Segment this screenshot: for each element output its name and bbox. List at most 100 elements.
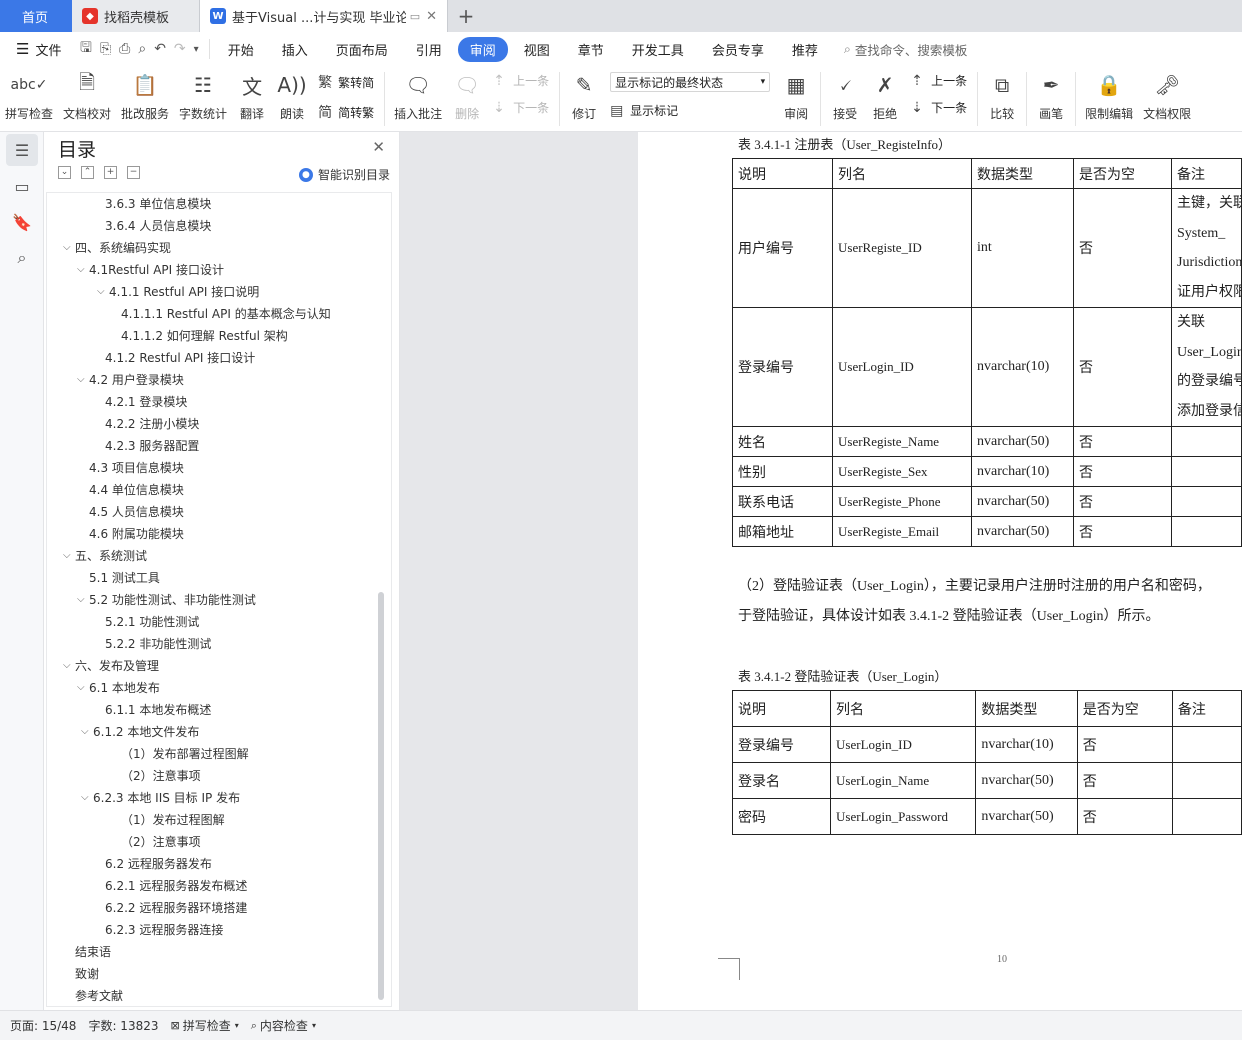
- spell-check-status[interactable]: ⊠ 拼写检查 ▾: [171, 1017, 239, 1034]
- toc-item[interactable]: ⌵ 六、发布及管理: [47, 655, 391, 677]
- chevron-down-icon[interactable]: ⌵: [81, 721, 89, 743]
- toc-item[interactable]: 6.1.1 本地发布概述: [47, 699, 391, 721]
- toc-item[interactable]: 6.2.3 远程服务器连接: [47, 919, 391, 941]
- toc-item[interactable]: 4.3 项目信息模块: [47, 457, 391, 479]
- toc-item[interactable]: ⌵ 四、系统编码实现: [47, 237, 391, 259]
- simp-to-trad-button[interactable]: 简简转繁: [318, 102, 374, 122]
- save-icon[interactable]: 🖫: [80, 37, 92, 61]
- doc-permission-button[interactable]: 🗝 文档权限: [1138, 70, 1196, 122]
- toc-item[interactable]: 6.2 远程服务器发布: [47, 853, 391, 875]
- remove-level-icon[interactable]: −: [127, 166, 140, 179]
- undo-icon[interactable]: ↶: [154, 41, 166, 57]
- toc-item[interactable]: （1）发布过程图解: [47, 809, 391, 831]
- toc-item[interactable]: 4.1.1.2 如何理解 Restful 架构: [47, 325, 391, 347]
- toc-item[interactable]: 4.4 单位信息模块: [47, 479, 391, 501]
- toc-item[interactable]: ⌵ 五、系统测试: [47, 545, 391, 567]
- toc-item[interactable]: ⌵ 6.1.2 本地文件发布: [47, 721, 391, 743]
- chevron-down-icon[interactable]: ⌵: [63, 545, 71, 567]
- chevron-down-icon[interactable]: ⌵: [77, 677, 85, 699]
- add-level-icon[interactable]: +: [104, 166, 117, 179]
- tab-document[interactable]: W 基于Visual ...计与实现 毕业论文 ▭ ✕: [200, 0, 448, 32]
- menu-item[interactable]: 开始: [216, 37, 266, 62]
- chevron-down-icon[interactable]: ⌵: [77, 589, 85, 611]
- doc-proofread-button[interactable]: 🗎 文档校对: [58, 70, 116, 122]
- search-icon[interactable]: ⌕: [6, 242, 38, 274]
- reject-button[interactable]: ✗ 拒绝: [865, 70, 905, 122]
- chevron-down-icon[interactable]: ⌵: [63, 655, 71, 677]
- read-aloud-button[interactable]: A)) 朗读: [272, 70, 312, 122]
- toc-item[interactable]: （1）发布部署过程图解: [47, 743, 391, 765]
- close-tab-icon[interactable]: ✕: [426, 9, 437, 24]
- delete-comment-button[interactable]: 🗨 删除: [447, 70, 487, 122]
- accept-button[interactable]: 🗸 接受: [825, 70, 865, 122]
- customize-icon[interactable]: ▾: [194, 44, 199, 55]
- tab-template[interactable]: ◆ 找稻壳模板: [72, 0, 200, 32]
- smart-toc-button[interactable]: ● 智能识别目录: [298, 166, 390, 183]
- word-count-button[interactable]: ☷ 字数统计: [174, 70, 232, 122]
- prev-revision-button[interactable]: ⇡ 上一条: [911, 72, 967, 89]
- chevron-down-icon[interactable]: ⌵: [81, 787, 89, 809]
- toc-item[interactable]: 4.2.3 服务器配置: [47, 435, 391, 457]
- tab-home[interactable]: 首页: [0, 0, 72, 32]
- toc-view-icon[interactable]: ☰: [6, 134, 38, 166]
- compare-button[interactable]: ⧉ 比较: [982, 70, 1022, 122]
- toc-item[interactable]: 4.2.1 登录模块: [47, 391, 391, 413]
- next-revision-button[interactable]: ⇣ 下一条: [911, 99, 967, 116]
- spell-check-button[interactable]: abc✓拼写检查▾: [0, 70, 58, 122]
- toc-item[interactable]: 4.5 人员信息模块: [47, 501, 391, 523]
- toc-item[interactable]: 3.6.3 单位信息模块: [47, 193, 391, 215]
- batch-service-button[interactable]: 📋 批改服务: [116, 70, 174, 122]
- toc-item[interactable]: 5.2.2 非功能性测试: [47, 633, 391, 655]
- toc-item[interactable]: 4.6 附属功能模块: [47, 523, 391, 545]
- expand-up-icon[interactable]: ⌃: [81, 166, 94, 179]
- review-pane-button[interactable]: ▦ 审阅: [776, 70, 816, 122]
- insert-comment-button[interactable]: 🗨 插入批注: [389, 70, 447, 122]
- translate-button[interactable]: 文翻译: [232, 70, 272, 122]
- prev-comment-button[interactable]: ⇡ 上一条: [493, 72, 549, 89]
- word-count[interactable]: 字数: 13823: [88, 1017, 158, 1034]
- trad-to-simp-button[interactable]: 繁繁转简: [318, 72, 374, 92]
- toc-item[interactable]: ⌵ 4.1Restful API 接口设计: [47, 259, 391, 281]
- toc-item[interactable]: ⌵ 6.1 本地发布: [47, 677, 391, 699]
- menu-item[interactable]: 开发工具: [620, 37, 696, 62]
- print-icon[interactable]: ⎙: [119, 41, 130, 57]
- chapter-view-icon[interactable]: ▭: [6, 170, 38, 202]
- chevron-down-icon[interactable]: ⌵: [77, 259, 85, 281]
- bookmark-icon[interactable]: 🔖: [6, 206, 38, 238]
- menu-item[interactable]: 引用: [404, 37, 454, 62]
- menu-item[interactable]: 视图: [512, 37, 562, 62]
- content-check-status[interactable]: ⌕ 内容检查 ▾: [251, 1017, 316, 1034]
- menu-item[interactable]: 审阅: [457, 36, 508, 62]
- menu-item[interactable]: 章节: [566, 37, 616, 62]
- file-menu[interactable]: ☰ 文件: [0, 40, 70, 59]
- chevron-down-icon[interactable]: ⌵: [63, 237, 71, 259]
- chevron-down-icon[interactable]: ⌵: [77, 369, 85, 391]
- export-pdf-icon[interactable]: ⎘: [100, 41, 111, 57]
- next-comment-button[interactable]: ⇣ 下一条: [493, 99, 549, 116]
- command-search[interactable]: ⌕ 查找命令、搜索模板: [844, 40, 968, 59]
- print-preview-icon[interactable]: ⌕: [138, 41, 146, 57]
- show-markup-button[interactable]: ▤ 显示标记: [610, 102, 770, 119]
- chevron-down-icon[interactable]: ⌵: [97, 281, 105, 303]
- toc-item[interactable]: ⌵ 6.2.3 本地 IIS 目标 IP 发布: [47, 787, 391, 809]
- toc-scrollbar[interactable]: [378, 592, 384, 1000]
- toc-item[interactable]: （2）注意事项: [47, 765, 391, 787]
- close-icon[interactable]: ✕: [372, 138, 385, 156]
- page-indicator[interactable]: 页面: 15/48: [10, 1017, 76, 1034]
- toc-item[interactable]: 3.6.4 人员信息模块: [47, 215, 391, 237]
- toc-item[interactable]: ⌵ 4.2 用户登录模块: [47, 369, 391, 391]
- new-tab-button[interactable]: +: [448, 0, 484, 32]
- toc-item[interactable]: （2）注意事项: [47, 831, 391, 853]
- toc-item[interactable]: 4.1.1.1 Restful API 的基本概念与认知: [47, 303, 391, 325]
- pen-button[interactable]: ✒ 画笔: [1031, 70, 1071, 122]
- track-changes-button[interactable]: ✎ 修订: [564, 70, 604, 122]
- menu-item[interactable]: 页面布局: [324, 37, 400, 62]
- toc-item[interactable]: ⌵ 4.1.1 Restful API 接口说明: [47, 281, 391, 303]
- toc-item[interactable]: 5.2.1 功能性测试: [47, 611, 391, 633]
- restrict-edit-button[interactable]: 🔒 限制编辑: [1080, 70, 1138, 122]
- toc-item[interactable]: 4.2.2 注册小模块: [47, 413, 391, 435]
- toc-item[interactable]: 参考文献: [47, 985, 391, 1006]
- toc-item[interactable]: 5.1 测试工具: [47, 567, 391, 589]
- toc-item[interactable]: 结束语: [47, 941, 391, 963]
- collapse-all-icon[interactable]: ⌄: [58, 166, 71, 179]
